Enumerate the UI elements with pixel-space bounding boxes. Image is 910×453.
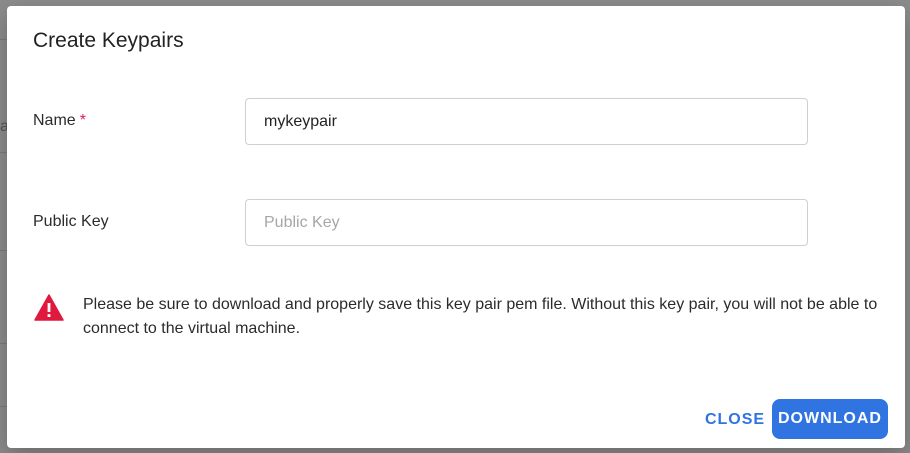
name-label: Name *	[33, 112, 86, 130]
name-label-text: Name	[33, 112, 76, 129]
download-button[interactable]: DOWNLOAD	[772, 399, 888, 439]
name-input[interactable]	[245, 98, 808, 145]
required-marker: *	[79, 112, 86, 129]
dialog-title: Create Keypairs	[33, 29, 184, 52]
warning-message: Please be sure to download and properly …	[83, 296, 878, 337]
public-key-label: Public Key	[33, 213, 109, 230]
create-keypairs-dialog: Create Keypairs Name* Public Key Please …	[7, 6, 905, 448]
warning-triangle-icon	[34, 294, 64, 321]
close-button[interactable]: CLOSE	[703, 403, 767, 437]
public-key-input[interactable]	[245, 199, 808, 246]
